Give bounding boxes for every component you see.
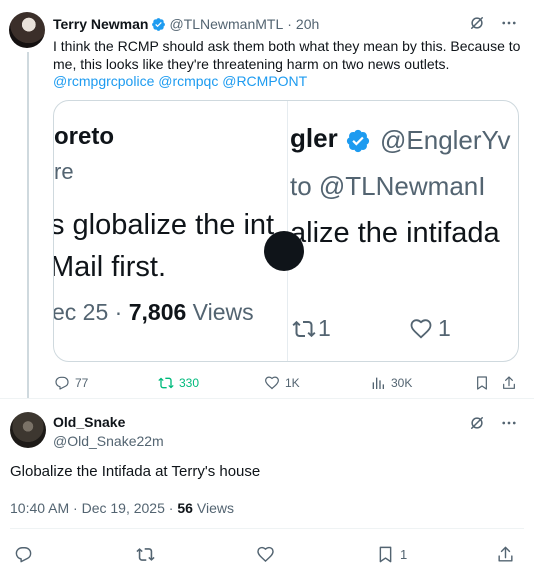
media-image-right[interactable]: gler @EnglerYv to @TLNewmanI alize the i… (287, 101, 518, 361)
tweet-terry-newman[interactable]: Terry Newman @TLNewmanMTL · 20h I think … (0, 0, 534, 398)
bookmark-icon (477, 376, 487, 390)
repost-button[interactable] (136, 545, 155, 564)
author-name[interactable]: Terry Newman (53, 16, 148, 32)
repost-icon (292, 320, 316, 337)
snap-handle-fragment: @EnglerYv (380, 125, 511, 155)
tweet-divider (0, 398, 534, 399)
snap-name-fragment: oreto (54, 123, 114, 150)
snap-date-views: ec 25 · 7,806 Views (54, 299, 254, 326)
snap-like: 1 (408, 315, 451, 342)
verified-badge-icon (152, 17, 166, 31)
snap-views-count: 7,806 (128, 299, 187, 325)
snap-retweet-count: 1 (318, 315, 331, 341)
reply-icon (15, 547, 32, 563)
author-handle[interactable]: @TLNewmanMTL (169, 16, 283, 32)
reply-button[interactable] (14, 545, 33, 564)
avatar[interactable] (9, 12, 45, 48)
media-card[interactable]: oreto re s globalize the int Mail first.… (53, 100, 519, 362)
reply-icon (55, 376, 69, 390)
tweet-top-actions (468, 14, 518, 32)
snap-views-label: Views (192, 299, 254, 325)
share-button[interactable] (496, 545, 515, 564)
heart-icon (265, 376, 279, 390)
tweet-mentions[interactable]: @rcmpgrcpolice @rcmpqc @RCMPONT (53, 73, 307, 89)
tweet-time[interactable]: 20h (296, 16, 319, 32)
views-label: Views (196, 500, 234, 516)
verified-badge-icon (346, 129, 370, 153)
thread-connector-line (27, 52, 29, 398)
grok-icon[interactable] (468, 414, 486, 432)
heart-icon (257, 546, 274, 563)
tweet-text: Globalize the Intifada at Terry's house (10, 463, 261, 480)
like-count: 1K (285, 376, 300, 390)
grok-icon[interactable] (468, 14, 486, 32)
reply-button[interactable]: 77 (54, 375, 88, 391)
bookmark-button[interactable] (474, 375, 490, 391)
reply-count: 77 (75, 376, 89, 390)
bookmark-count: 1 (400, 547, 408, 562)
share-button[interactable] (501, 375, 517, 391)
heart-icon (410, 318, 432, 339)
bookmark-button[interactable]: 1 (376, 545, 407, 564)
snap-text-line1: s globalize the int (54, 209, 275, 241)
media-avatar-overlay (264, 231, 304, 271)
views-count: 56 (177, 500, 193, 516)
views-button[interactable]: 30K (370, 375, 412, 391)
analytics-icon (372, 377, 384, 389)
views-count: 30K (391, 376, 413, 390)
more-icon[interactable] (500, 14, 518, 32)
snap-like-count: 1 (438, 315, 451, 341)
avatar[interactable] (10, 412, 46, 448)
more-icon[interactable] (500, 414, 518, 432)
snap-text-line2: Mail first. (54, 251, 166, 283)
snap-reply-to: to @TLNewmanI (290, 171, 485, 202)
like-button[interactable]: 1K (264, 375, 300, 391)
media-image-left[interactable]: oreto re s globalize the int Mail first.… (54, 101, 287, 361)
snap-name-fragment: gler (290, 123, 338, 153)
tweet-timestamp[interactable]: 10:40 AM · Dec 19, 2025 · (10, 500, 173, 516)
snap-retweet: 1 (292, 315, 331, 342)
divider (10, 528, 524, 529)
tweet-meta: 10:40 AM · Dec 19, 2025 · 56 Views (10, 500, 234, 516)
tweet-top-actions (468, 414, 518, 432)
repost-count: 330 (179, 376, 200, 390)
repost-button[interactable]: 330 (158, 375, 199, 391)
snap-text-line1: alize the intifada (290, 217, 500, 249)
snap-handle-fragment: re (54, 159, 74, 184)
repost-icon (158, 377, 174, 389)
separator-dot: · (287, 16, 292, 32)
repost-icon (136, 548, 155, 561)
like-button[interactable] (256, 545, 275, 564)
snap-reply-to-text: to @TLNewmanI (290, 171, 486, 201)
author-handle[interactable]: @Old_Snake22m (53, 433, 164, 449)
share-icon (503, 376, 515, 389)
author-name[interactable]: Old_Snake (53, 414, 125, 430)
share-icon (498, 546, 513, 562)
bookmark-icon (379, 546, 392, 563)
snap-date-fragment: ec 25 · (54, 299, 123, 325)
tweet-text: I think the RCMP should ask them both wh… (53, 38, 521, 72)
tweet-header: Terry Newman @TLNewmanMTL · 20h (53, 16, 319, 32)
